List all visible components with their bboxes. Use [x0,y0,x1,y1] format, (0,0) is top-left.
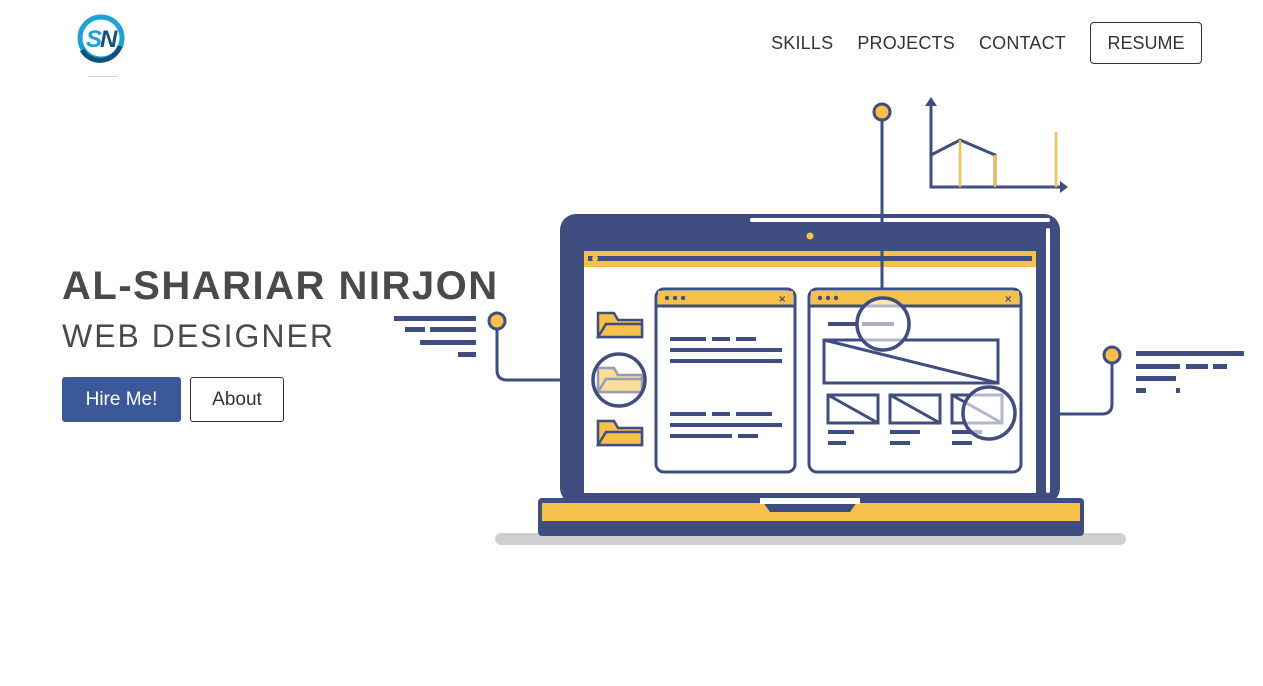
nav-skills-link[interactable]: SKILLS [771,21,833,65]
main-nav: SKILLS PROJECTS CONTACT RESUME [747,21,1202,65]
svg-text:×: × [778,294,786,305]
hire-me-button[interactable]: Hire Me! [62,377,181,422]
svg-text:×: × [1004,294,1012,305]
svg-text:N: N [100,26,118,53]
page: S N SKILLS PROJECTS CONTACT RESUME AL-SH… [0,0,1263,686]
about-button[interactable]: About [190,377,284,422]
resume-button[interactable]: RESUME [1090,22,1202,64]
laptop-web-design-illustration: × × [394,97,1244,545]
hero-actions: Hire Me! About [62,377,284,422]
sn-logo-icon[interactable]: S N [72,10,134,82]
nav-projects-link[interactable]: PROJECTS [857,21,955,65]
hero-role: WEB DESIGNER [62,318,335,354]
nav-contact-link[interactable]: CONTACT [979,21,1066,65]
